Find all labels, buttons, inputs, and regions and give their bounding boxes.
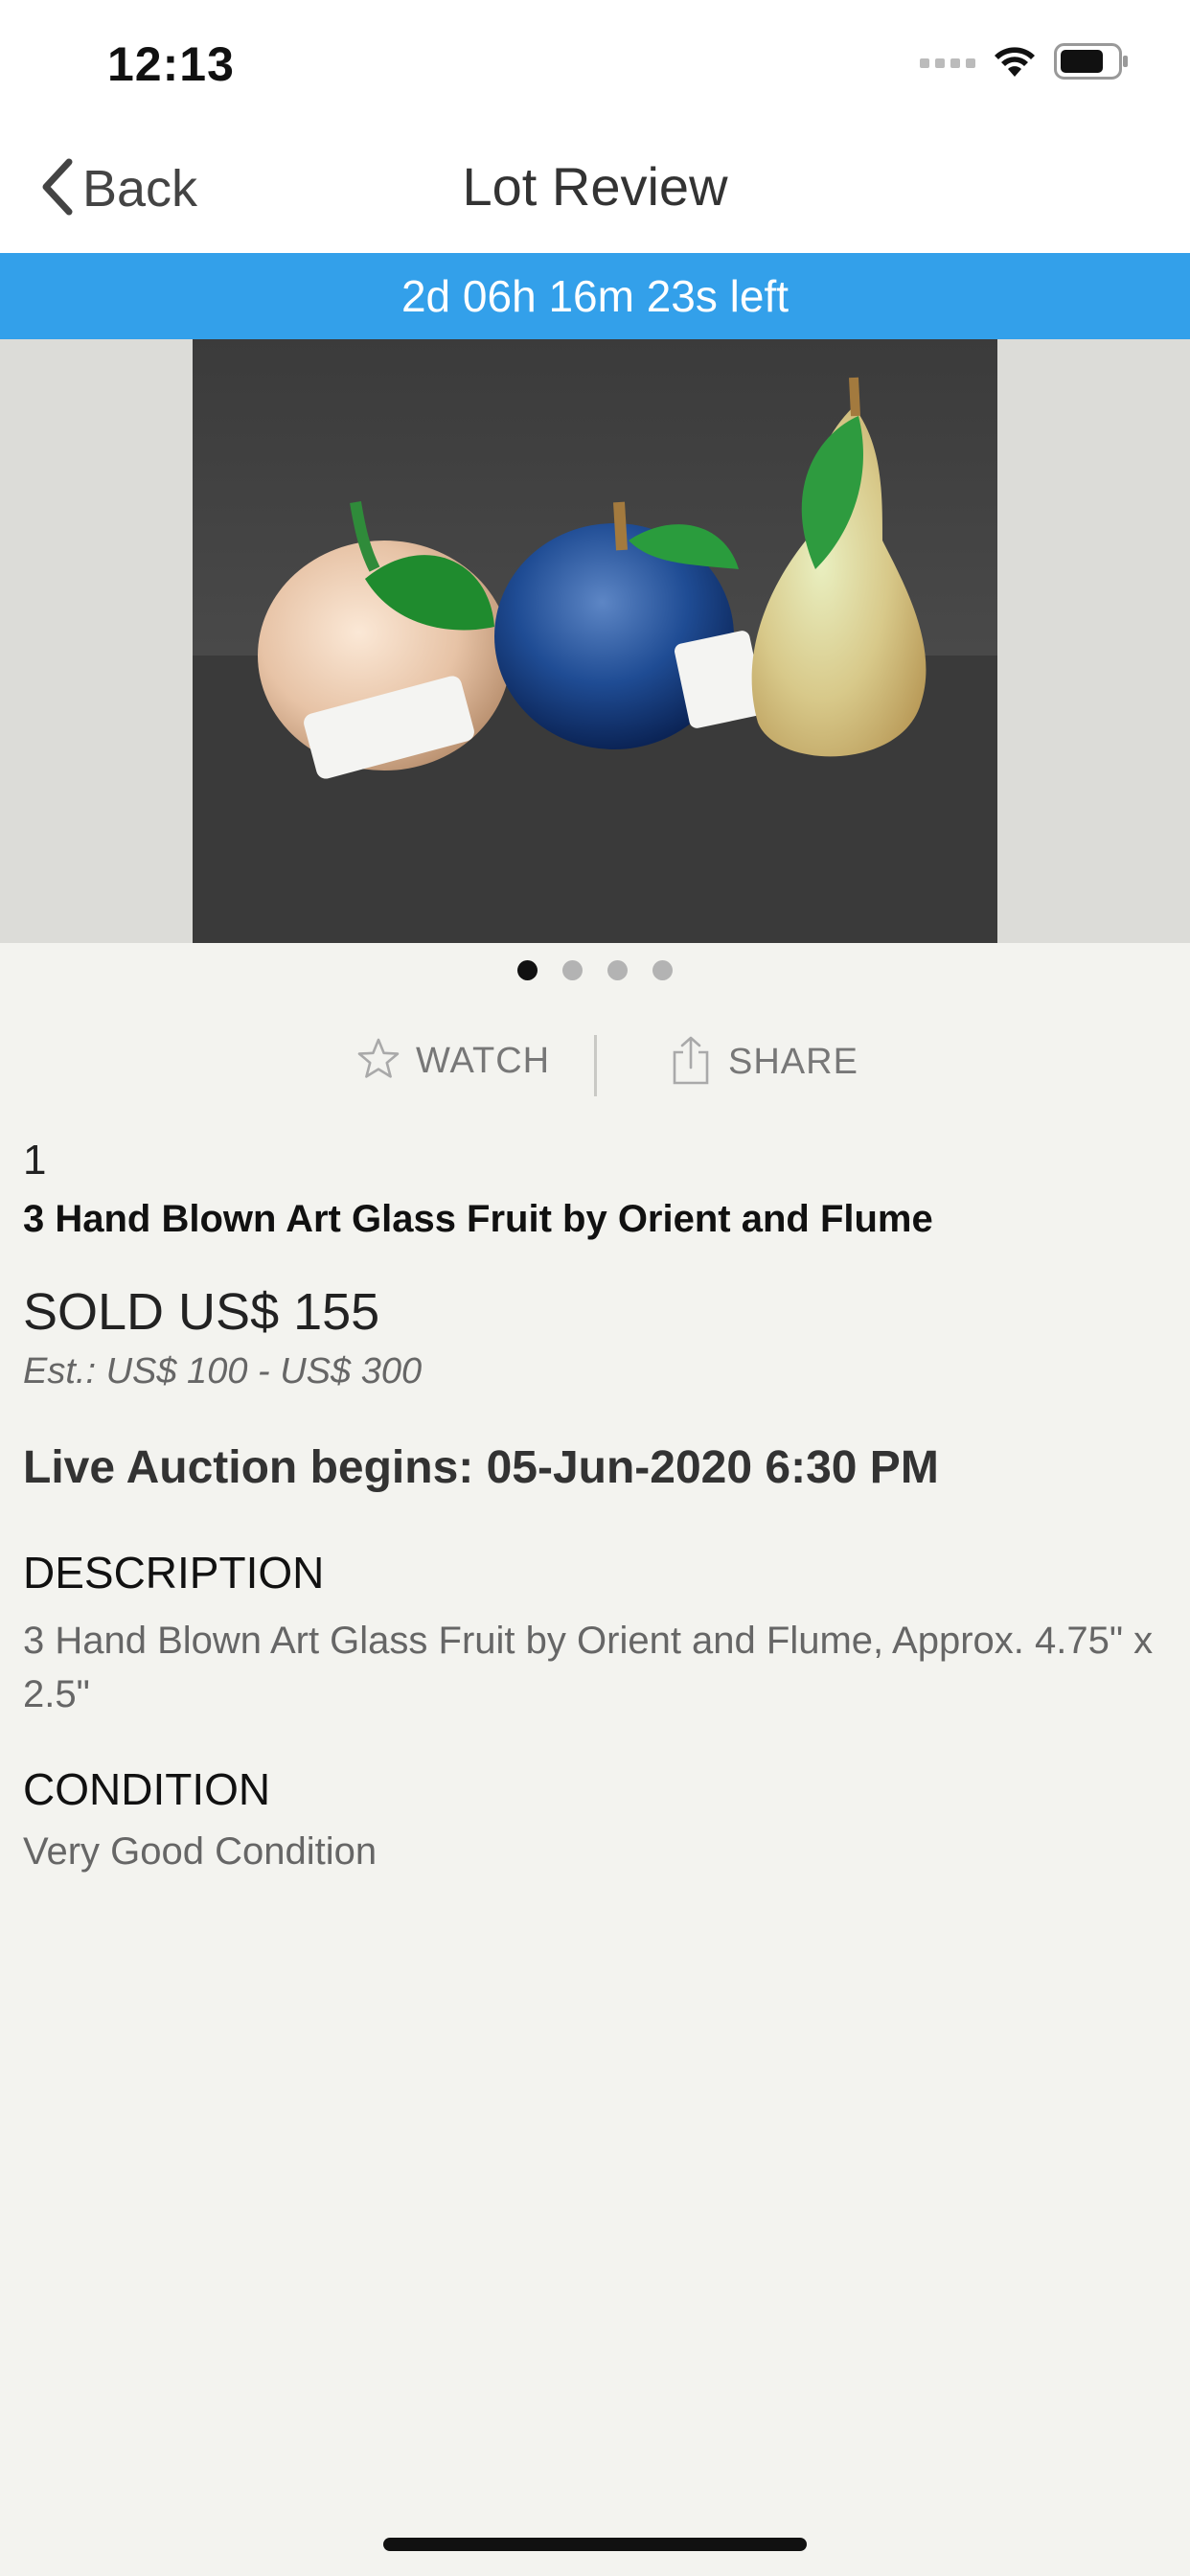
share-label: SHARE bbox=[728, 1042, 858, 1082]
page-dot[interactable] bbox=[607, 960, 628, 980]
watch-label: WATCH bbox=[416, 1041, 551, 1081]
status-bar: 12:13 bbox=[0, 0, 1190, 126]
back-button[interactable]: Back bbox=[38, 155, 197, 222]
image-gallery[interactable] bbox=[0, 339, 1190, 943]
condition-heading: CONDITION bbox=[23, 1764, 271, 1814]
share-icon bbox=[671, 1035, 711, 1090]
status-time: 12:13 bbox=[107, 37, 235, 91]
battery-icon bbox=[1054, 42, 1129, 84]
live-auction-date: Live Auction begins: 05-Jun-2020 6:30 PM bbox=[23, 1442, 939, 1493]
actions-divider bbox=[594, 1035, 597, 1096]
description-heading: DESCRIPTION bbox=[23, 1548, 325, 1598]
page-dot[interactable] bbox=[562, 960, 583, 980]
lot-title: 3 Hand Blown Art Glass Fruit by Orient a… bbox=[23, 1198, 933, 1240]
back-label: Back bbox=[82, 160, 198, 218]
countdown-banner: 2d 06h 16m 23s left bbox=[0, 253, 1190, 339]
page-dot[interactable] bbox=[652, 960, 673, 980]
share-button[interactable]: SHARE bbox=[671, 1035, 858, 1090]
gallery-pagination bbox=[0, 960, 1190, 980]
status-icons bbox=[920, 42, 1129, 84]
page-dot[interactable] bbox=[517, 960, 538, 980]
chevron-left-icon bbox=[38, 156, 77, 222]
watch-button[interactable]: WATCH bbox=[356, 1037, 550, 1086]
sold-price: SOLD US$ 155 bbox=[23, 1283, 380, 1341]
nav-bar: Lot Review Back bbox=[0, 126, 1190, 253]
lot-actions: WATCH SHARE bbox=[0, 1033, 1190, 1096]
cellular-icon bbox=[920, 55, 975, 73]
lot-number: 1 bbox=[23, 1137, 47, 1184]
lot-photo[interactable] bbox=[193, 339, 997, 943]
description-text: 3 Hand Blown Art Glass Fruit by Orient a… bbox=[23, 1620, 1154, 1715]
home-indicator[interactable] bbox=[383, 2538, 807, 2551]
star-icon bbox=[356, 1037, 400, 1086]
wifi-icon bbox=[993, 44, 1037, 83]
price-estimate: Est.: US$ 100 - US$ 300 bbox=[23, 1351, 423, 1392]
condition-text: Very Good Condition bbox=[23, 1830, 378, 1873]
